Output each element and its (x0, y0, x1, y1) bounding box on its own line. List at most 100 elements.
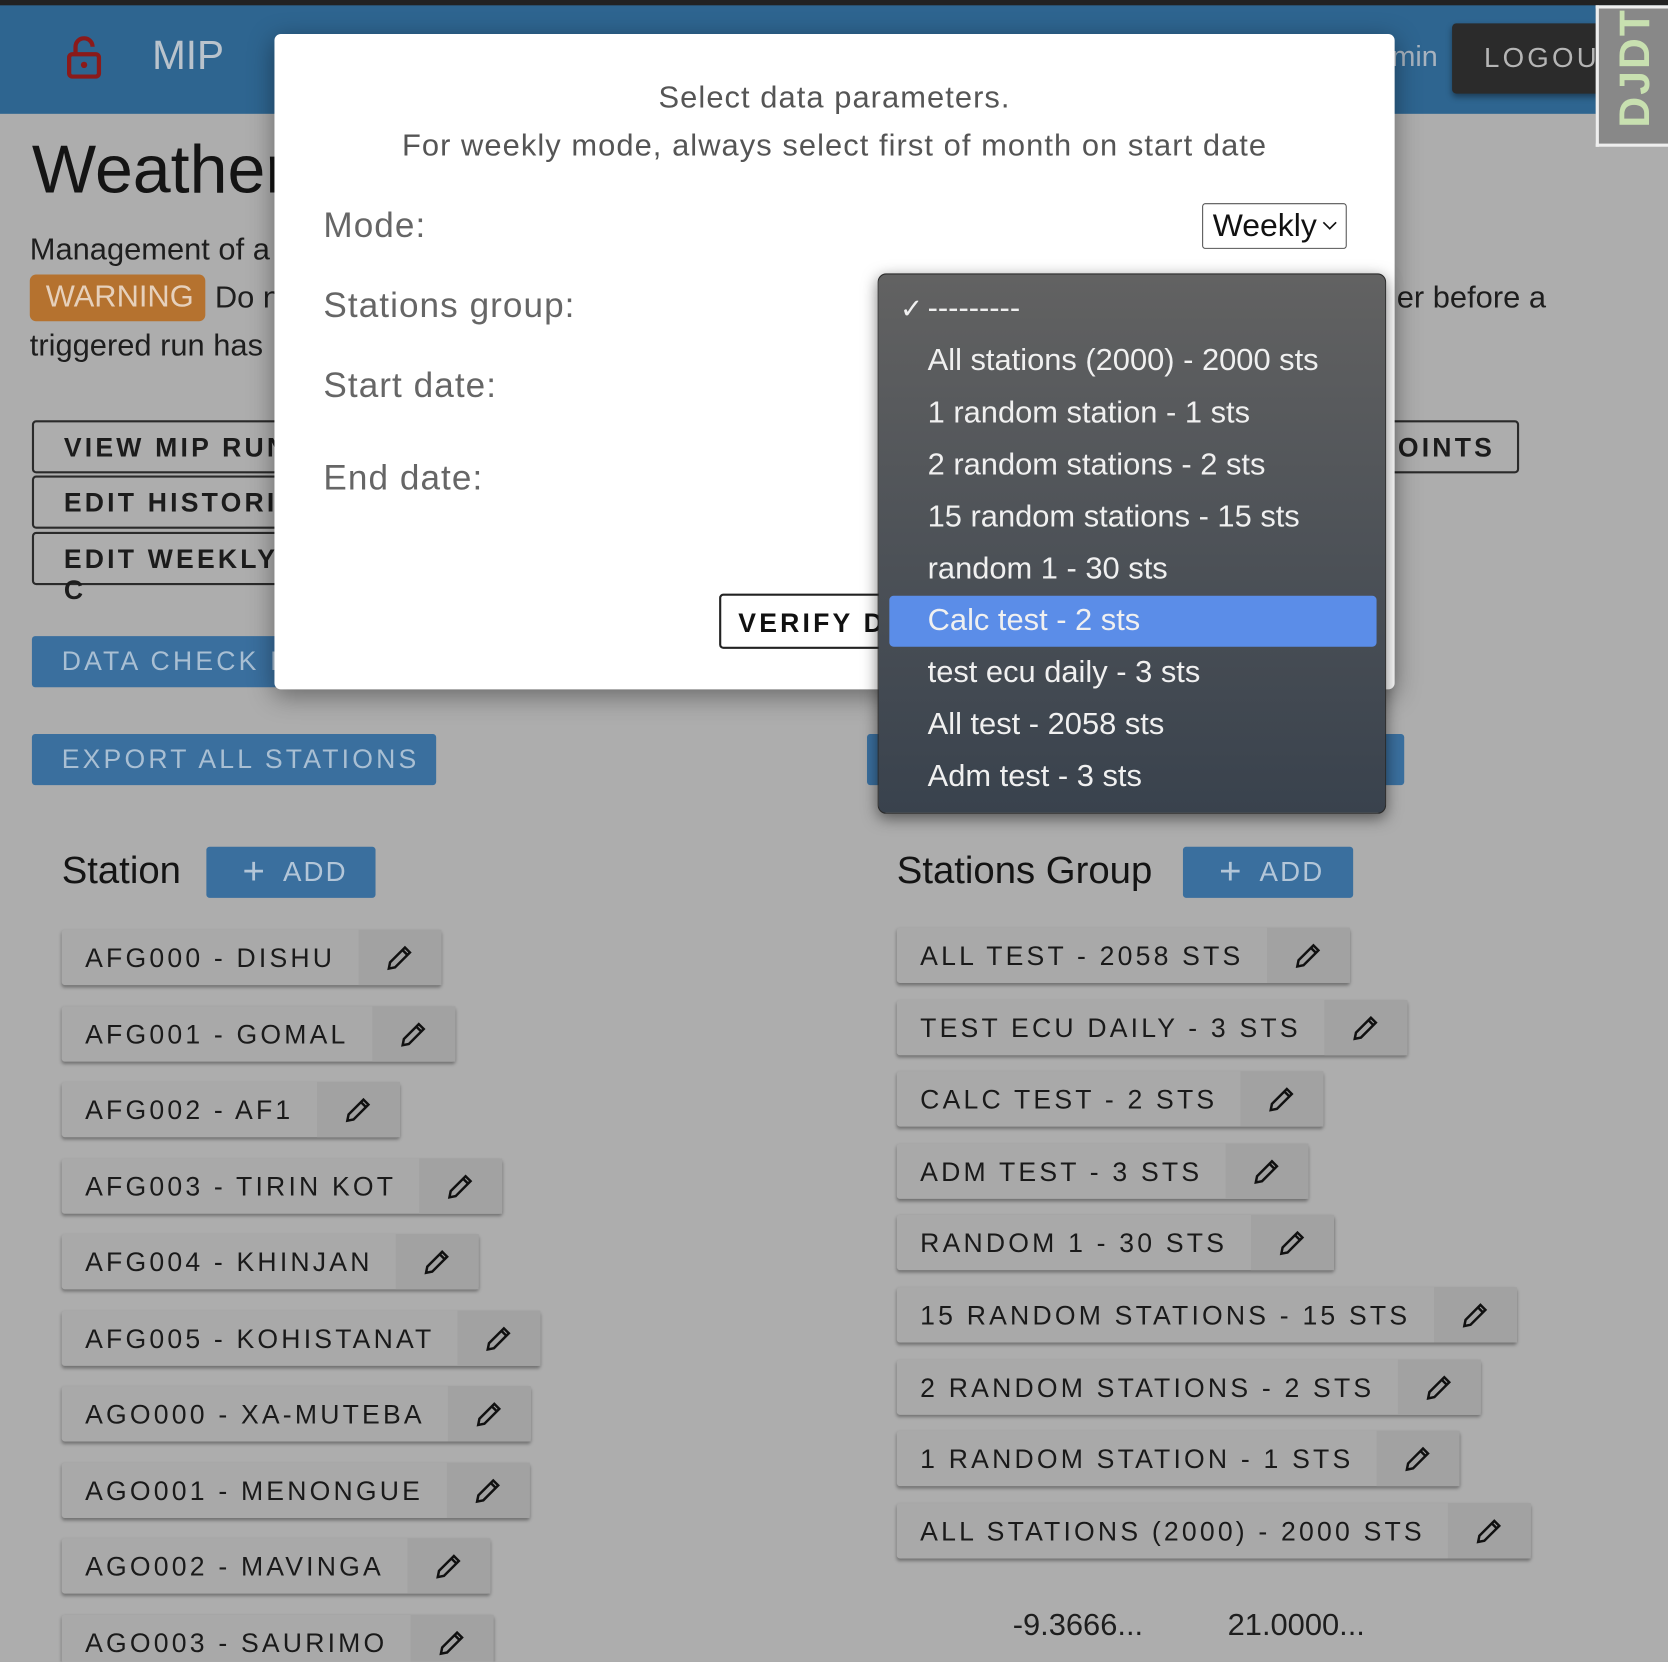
logout-button[interactable]: LOGOUT (1452, 23, 1617, 94)
mode-select[interactable]: Weekly (1202, 203, 1347, 249)
group-chip-label[interactable]: ADM TEST - 3 STS (897, 1143, 1226, 1198)
edit-button[interactable] (316, 1081, 400, 1138)
pencil-icon (424, 1249, 450, 1275)
edit-button[interactable] (1433, 1287, 1517, 1343)
dropdown-option[interactable]: Calc test - 2 sts (889, 596, 1377, 648)
option-label: All test - 2058 sts (927, 707, 1165, 742)
group-chip[interactable]: ADM TEST - 3 STS (896, 1143, 1309, 1199)
data-check-button[interactable]: DATA CHECK F (31, 636, 309, 688)
plus-icon: + (242, 848, 268, 893)
brand[interactable]: MIP (152, 34, 224, 80)
dropdown-option[interactable]: 15 random stations - 15 sts (889, 492, 1376, 543)
station-chip[interactable]: AFG005 - KOHISTANAT (61, 1310, 541, 1366)
dropdown-option[interactable]: random 1 - 30 sts (889, 544, 1376, 595)
pencil-icon (475, 1478, 500, 1503)
group-chip[interactable]: 15 RANDOM STATIONS - 15 STS (896, 1287, 1517, 1343)
station-chip-label[interactable]: AFG001 - GOMAL (62, 1006, 372, 1061)
end-date-label: End date: (323, 457, 484, 497)
pencil-icon (1462, 1303, 1487, 1328)
dropdown-option[interactable]: 1 random station - 1 sts (889, 388, 1376, 439)
modal-instruction: Select data parameters. (658, 80, 1011, 115)
station-chip-label[interactable]: AFG000 - DISHU (62, 930, 359, 985)
edit-button[interactable] (446, 1462, 530, 1518)
edit-button[interactable] (371, 1005, 455, 1062)
pencil-icon (1405, 1446, 1430, 1472)
edit-button[interactable] (1240, 1071, 1324, 1127)
edit-button[interactable] (1324, 999, 1408, 1055)
station-chip-label[interactable]: AFG004 - KHINJAN (62, 1234, 396, 1289)
station-chip[interactable]: AGO003 - SAURIMO (61, 1614, 494, 1662)
add-group-button[interactable]: + ADD (1182, 846, 1354, 898)
pencil-icon (1295, 943, 1321, 969)
station-chip-label[interactable]: AFG005 - KOHISTANAT (62, 1310, 458, 1365)
station-chip-label[interactable]: AGO002 - MAVINGA (62, 1538, 408, 1593)
stations-group-label: Stations group: (323, 285, 576, 325)
edit-button[interactable] (358, 929, 442, 986)
group-chip[interactable]: RANDOM 1 - 30 STS (896, 1215, 1334, 1271)
edit-button[interactable] (457, 1310, 541, 1366)
stations-group-dropdown[interactable]: ✓ --------- All stations (2000) - 2000 sts… (877, 273, 1387, 814)
pencil-icon (1269, 1087, 1294, 1112)
debug-toolbar-toggle[interactable]: DJDT (1595, 5, 1668, 147)
edit-button[interactable] (1397, 1359, 1481, 1415)
edit-weekly-button[interactable]: EDIT WEEKLY C (31, 531, 309, 605)
option-label: test ecu daily - 3 sts (927, 655, 1201, 690)
edit-button[interactable] (407, 1538, 491, 1594)
group-chip-label[interactable]: ALL TEST - 2058 STS (897, 928, 1267, 983)
group-chip-label[interactable]: CALC TEST - 2 STS (897, 1071, 1241, 1126)
station-chip[interactable]: AFG001 - GOMAL (61, 1005, 455, 1062)
option-label: 1 random station - 1 sts (927, 395, 1250, 430)
group-chip-label[interactable]: RANDOM 1 - 30 STS (897, 1215, 1251, 1270)
station-chip[interactable]: AFG004 - KHINJAN (61, 1234, 480, 1290)
stations-group-heading: Stations Group (896, 847, 1153, 892)
add-station-button[interactable]: + ADD (206, 846, 376, 898)
dropdown-option[interactable]: 2 random stations - 2 sts (889, 440, 1376, 491)
group-chip-label[interactable]: ALL STATIONS (2000) - 2000 STS (897, 1503, 1448, 1558)
edit-button[interactable] (448, 1386, 532, 1442)
checkmark-icon: ✓ (899, 292, 924, 325)
dropdown-option[interactable]: test ecu daily - 3 sts (889, 648, 1376, 699)
edit-button[interactable] (410, 1614, 494, 1662)
edit-button[interactable] (396, 1234, 480, 1290)
station-chip-label[interactable]: AGO000 - XA-MUTEBA (62, 1386, 449, 1441)
station-chip[interactable]: AGO000 - XA-MUTEBA (61, 1386, 532, 1442)
dropdown-option[interactable]: ✓ --------- (889, 284, 1376, 335)
group-chip-label[interactable]: TEST ECU DAILY - 3 STS (897, 1000, 1324, 1055)
view-mip-runs-button[interactable]: VIEW MIP RUN (31, 420, 309, 474)
group-chip[interactable]: ALL TEST - 2058 STS (896, 927, 1350, 983)
edit-button[interactable] (1376, 1431, 1460, 1487)
station-chip-label[interactable]: AFG003 - TIRIN KOT (62, 1158, 420, 1213)
edit-button[interactable] (1225, 1143, 1309, 1199)
edit-historic-button[interactable]: EDIT HISTORIC (31, 475, 309, 529)
edit-button[interactable] (419, 1157, 503, 1214)
group-chip[interactable]: ALL STATIONS (2000) - 2000 STS (896, 1502, 1532, 1559)
dropdown-option[interactable]: Adm test - 3 sts (889, 752, 1376, 803)
station-chip-label[interactable]: AGO003 - SAURIMO (62, 1614, 411, 1661)
group-chip[interactable]: 1 RANDOM STATION - 1 STS (896, 1431, 1460, 1487)
group-chip[interactable]: CALC TEST - 2 STS (896, 1071, 1324, 1127)
group-chip-label[interactable]: 15 RANDOM STATIONS - 15 STS (897, 1287, 1434, 1342)
page-title: Weather (31, 130, 288, 208)
station-chip-label[interactable]: AFG002 - AF1 (62, 1082, 317, 1137)
dropdown-option[interactable]: All stations (2000) - 2000 sts (889, 336, 1376, 387)
group-chip[interactable]: TEST ECU DAILY - 3 STS (896, 999, 1408, 1055)
dropdown-option[interactable]: All test - 2058 sts (889, 700, 1376, 751)
lock-icon (67, 36, 102, 79)
group-chip-label[interactable]: 1 RANDOM STATION - 1 STS (897, 1431, 1377, 1486)
edit-button[interactable] (1266, 927, 1350, 983)
edit-button[interactable] (1250, 1215, 1334, 1271)
group-chip[interactable]: 2 RANDOM STATIONS - 2 STS (896, 1359, 1481, 1415)
edit-button[interactable] (1448, 1502, 1532, 1559)
station-chip-label[interactable]: AGO001 - MENONGUE (62, 1462, 447, 1517)
plus-icon: + (1219, 848, 1244, 893)
export-all-stations-button[interactable]: EXPORT ALL STATIONS (31, 734, 437, 786)
station-chip[interactable]: AFG002 - AF1 (61, 1081, 400, 1138)
username: min (1391, 40, 1438, 73)
warning-text-right: er before a (1396, 280, 1546, 315)
page: MIP min LOGOUT DJDT Weather Management o… (0, 0, 1668, 1662)
station-chip[interactable]: AFG003 - TIRIN KOT (61, 1157, 503, 1214)
station-chip[interactable]: AGO001 - MENONGUE (61, 1462, 530, 1518)
group-chip-label[interactable]: 2 RANDOM STATIONS - 2 STS (897, 1359, 1398, 1414)
station-chip[interactable]: AGO002 - MAVINGA (61, 1538, 491, 1594)
station-chip[interactable]: AFG000 - DISHU (61, 929, 442, 986)
